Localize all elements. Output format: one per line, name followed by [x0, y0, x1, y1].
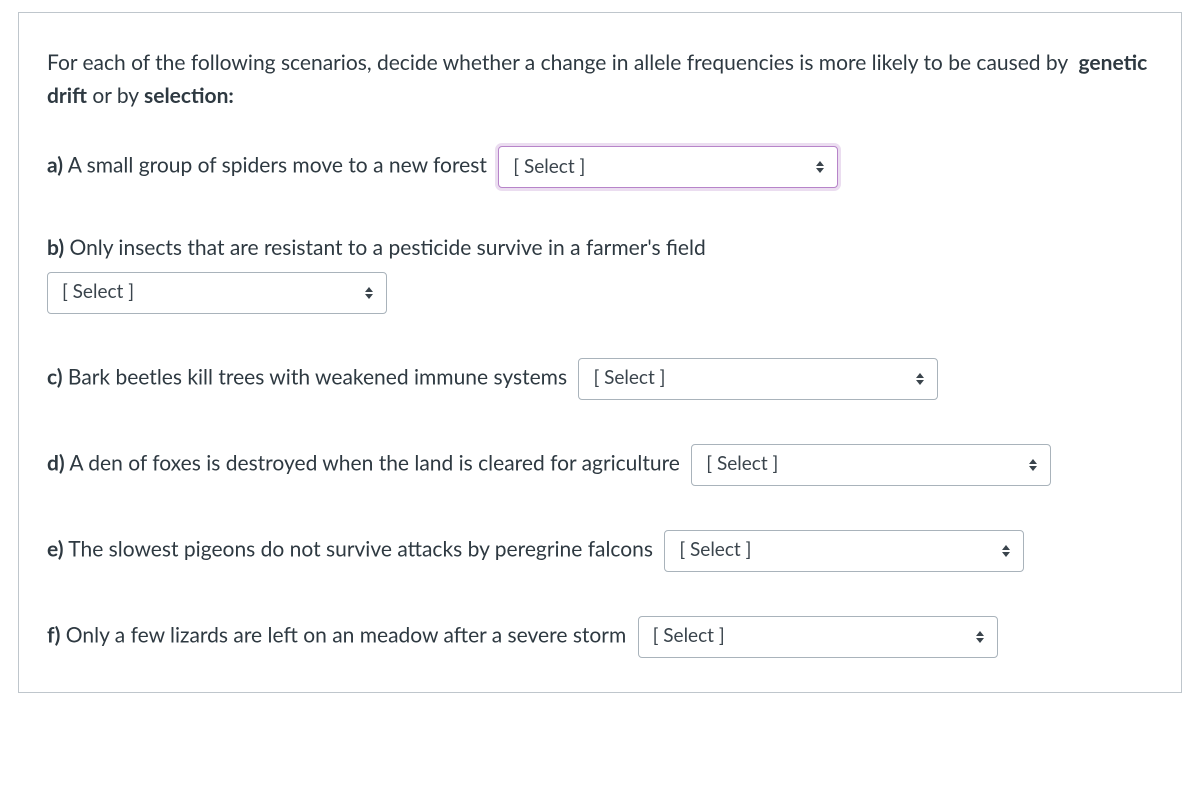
question-b: b) Only insects that are resistant to a …: [47, 232, 1153, 314]
question-f-text: Only a few lizards are left on an meadow…: [60, 622, 626, 647]
select-b[interactable]: [ Select ]: [47, 272, 387, 314]
question-b-text: Only insects that are resistant to a pes…: [64, 235, 706, 260]
question-a: a) A small group of spiders move to a ne…: [47, 146, 1153, 188]
question-c-text: Bark beetles kill trees with weakened im…: [63, 364, 568, 389]
question-intro: For each of the following scenarios, dec…: [47, 47, 1153, 112]
question-e-label: e): [47, 536, 64, 561]
intro-term-selection: selection:: [144, 83, 234, 108]
select-c-placeholder: [ Select ]: [593, 364, 905, 393]
intro-mid: or by: [87, 83, 144, 108]
select-a[interactable]: [ Select ]: [498, 146, 838, 188]
question-a-text: A small group of spiders move to a new f…: [63, 152, 487, 177]
sort-icon: [1028, 459, 1038, 471]
question-f: f) Only a few lizards are left on an mea…: [47, 616, 1153, 658]
question-c-label: c): [47, 364, 63, 389]
select-d[interactable]: [ Select ]: [691, 444, 1051, 486]
select-e[interactable]: [ Select ]: [664, 530, 1024, 572]
select-f[interactable]: [ Select ]: [638, 616, 998, 658]
question-e-text: The slowest pigeons do not survive attac…: [64, 536, 653, 561]
select-d-placeholder: [ Select ]: [706, 450, 1018, 479]
question-e: e) The slowest pigeons do not survive at…: [47, 530, 1153, 572]
question-c: c) Bark beetles kill trees with weakened…: [47, 358, 1153, 400]
question-d-text: A den of foxes is destroyed when the lan…: [65, 450, 680, 475]
question-card: For each of the following scenarios, dec…: [18, 12, 1182, 693]
select-a-placeholder: [ Select ]: [513, 153, 805, 182]
sort-icon: [915, 373, 925, 385]
sort-icon: [975, 631, 985, 643]
question-f-label: f): [47, 622, 60, 647]
question-d: d) A den of foxes is destroyed when the …: [47, 444, 1153, 486]
question-d-label: d): [47, 450, 65, 475]
select-c[interactable]: [ Select ]: [578, 358, 938, 400]
question-b-label: b): [47, 235, 64, 260]
question-a-label: a): [47, 152, 63, 177]
select-f-placeholder: [ Select ]: [653, 622, 965, 651]
select-e-placeholder: [ Select ]: [679, 536, 991, 565]
sort-icon: [1001, 545, 1011, 557]
sort-icon: [364, 287, 374, 299]
intro-lead: For each of the following scenarios, dec…: [47, 50, 1073, 75]
select-b-placeholder: [ Select ]: [62, 278, 354, 307]
sort-icon: [815, 161, 825, 173]
